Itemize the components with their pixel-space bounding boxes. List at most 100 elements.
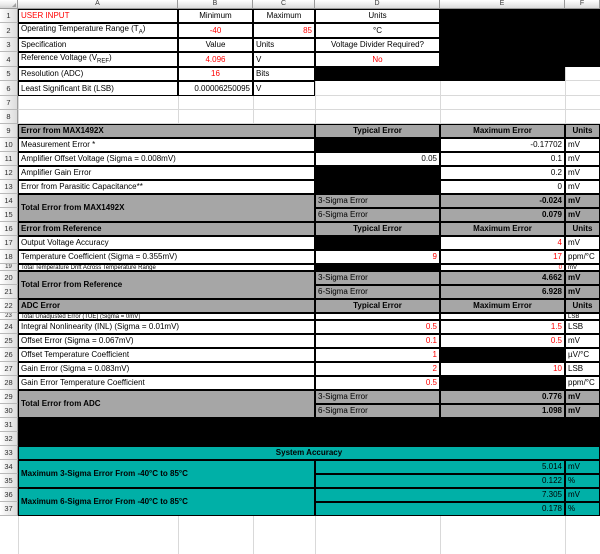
row-header-31[interactable]: 31 [0,418,18,432]
error-row-typical-value[interactable]: 0.05 [315,152,440,166]
row-header-11[interactable]: 11 [0,152,18,166]
row-header-35[interactable]: 35 [0,474,18,488]
error-row-label-text: Offset Error (Sigma = 0.067mV) [21,336,134,345]
row-header-label: 6 [6,83,11,93]
user-input-title[interactable]: USER INPUT [18,9,178,23]
error-row-typical-value[interactable]: 0.5 [315,376,440,390]
voltage-divider-answer: No [315,52,440,67]
error-row-maximum-value[interactable]: 0.1 [440,152,565,166]
row-header-34[interactable]: 34 [0,460,18,474]
row-header-29[interactable]: 29 [0,390,18,404]
row-header-label: 17 [4,238,13,247]
select-all-corner[interactable] [0,0,18,9]
operating-temp-max-input[interactable]: 85 [253,23,315,38]
total-sigma-label: 6-Sigma Error [315,208,440,222]
total-sigma-units-text: mV [568,196,581,205]
row-header-18[interactable]: 18 [0,250,18,264]
error-row-units-text: LSB [568,313,580,320]
error-row-units-text: mV [568,264,577,271]
total-sigma-value-text: 4.662 [541,273,562,282]
error-row-typical-value[interactable]: 0.5 [315,320,440,334]
section-reference-maximum-header: Maximum Error [440,222,565,236]
error-row-maximum-value[interactable]: 0 [440,180,565,194]
row-header-14[interactable]: 14 [0,194,18,208]
row-header-label: 26 [4,350,13,359]
row-header-9[interactable]: 9 [0,124,18,138]
total-sigma-units-text: mV [568,210,581,219]
system-accuracy-group-label-text: Maximum 3-Sigma Error From -40°C to 85°C [21,469,188,478]
error-row-maximum-value[interactable]: 0.2 [440,166,565,180]
voltage-divider-answer-text: No [372,54,383,64]
row-header-label: 15 [4,210,13,219]
error-row-maximum-value[interactable]: -0.17702 [440,138,565,152]
error-row-maximum-value[interactable]: 1.5 [440,320,565,334]
column-header-B[interactable]: B [178,0,253,9]
row-header-19[interactable]: 19 [0,264,18,271]
row-header-3[interactable]: 3 [0,38,18,52]
row-header-label: 29 [4,392,13,401]
resolution-adc-value[interactable]: 16 [178,67,253,81]
row-header-27[interactable]: 27 [0,362,18,376]
reference-voltage-value[interactable]: 4.096 [178,52,253,67]
row-header-8[interactable]: 8 [0,110,18,124]
total-error-label-reference: Total Error from Reference [18,271,315,299]
specification-label-text: Specification [21,40,67,49]
error-row-label-text: Integral Nonlinearity (INL) (Sigma = 0.0… [21,322,180,331]
column-header-E[interactable]: E [440,0,565,9]
row-header-20[interactable]: 20 [0,271,18,285]
column-header-F[interactable]: F [565,0,600,9]
operating-temp-min-input[interactable]: -40 [178,23,253,38]
row-header-label: 11 [4,154,13,163]
error-row-typical-value[interactable] [315,313,440,320]
row-header-30[interactable]: 30 [0,404,18,418]
system-accuracy-title-text: System Accuracy [275,448,343,457]
error-row-typical-value[interactable]: 9 [315,250,440,264]
row-header-21[interactable]: 21 [0,285,18,299]
error-row-typical-value[interactable]: 0.1 [315,334,440,348]
row-header-5[interactable]: 5 [0,67,18,81]
section-max1492x-maximum-header-text: Maximum Error [473,126,532,135]
row-header-7[interactable]: 7 [0,96,18,110]
error-row-maximum-value[interactable]: 0.5 [440,334,565,348]
error-row-typical-value[interactable]: 2 [315,362,440,376]
row-header-37[interactable]: 37 [0,502,18,516]
total-sigma-label-text: 3-Sigma Error [318,196,368,205]
row-header-33[interactable]: 33 [0,446,18,460]
total-sigma-value: 0.079 [440,208,565,222]
row-header-10[interactable]: 10 [0,138,18,152]
column-header-D[interactable]: D [315,0,440,9]
error-row-maximum-value[interactable]: 17 [440,250,565,264]
row-header-36[interactable]: 36 [0,488,18,502]
row-header-2[interactable]: 2 [0,23,18,38]
row-header-24[interactable]: 24 [0,320,18,334]
row-header-1[interactable]: 1 [0,9,18,23]
total-sigma-label: 6-Sigma Error [315,285,440,299]
column-header-A[interactable]: A [18,0,178,9]
error-row-units-text: mV [568,238,580,247]
error-row-maximum-value[interactable]: 10 [440,362,565,376]
row-header-6[interactable]: 6 [0,81,18,96]
operating-temp-range-label-text: Operating Temperature Range (TA) [21,24,146,36]
error-row-maximum-value[interactable]: 0 [440,264,565,271]
error-row-maximum-value[interactable]: 4 [440,236,565,250]
row-header-4[interactable]: 4 [0,52,18,67]
row-header-12[interactable]: 12 [0,166,18,180]
row-header-13[interactable]: 13 [0,180,18,194]
row-header-22[interactable]: 22 [0,299,18,313]
total-sigma-label: 3-Sigma Error [315,390,440,404]
row-header-28[interactable]: 28 [0,376,18,390]
specification-label: Specification [18,38,178,52]
least-significant-bit-value[interactable]: 0.00006250095 [178,81,253,96]
system-accuracy-units-text: % [568,476,576,485]
row-header-16[interactable]: 16 [0,222,18,236]
error-row-label-text: Total Temperature Drift Across Temperatu… [21,264,156,271]
row-header-17[interactable]: 17 [0,236,18,250]
row-header-23[interactable]: 23 [0,313,18,320]
error-row-maximum-value[interactable] [440,313,565,320]
row-header-26[interactable]: 26 [0,348,18,362]
error-row-typical-value[interactable]: 1 [315,348,440,362]
row-header-32[interactable]: 32 [0,432,18,446]
column-header-C[interactable]: C [253,0,315,9]
row-header-25[interactable]: 25 [0,334,18,348]
row-header-15[interactable]: 15 [0,208,18,222]
